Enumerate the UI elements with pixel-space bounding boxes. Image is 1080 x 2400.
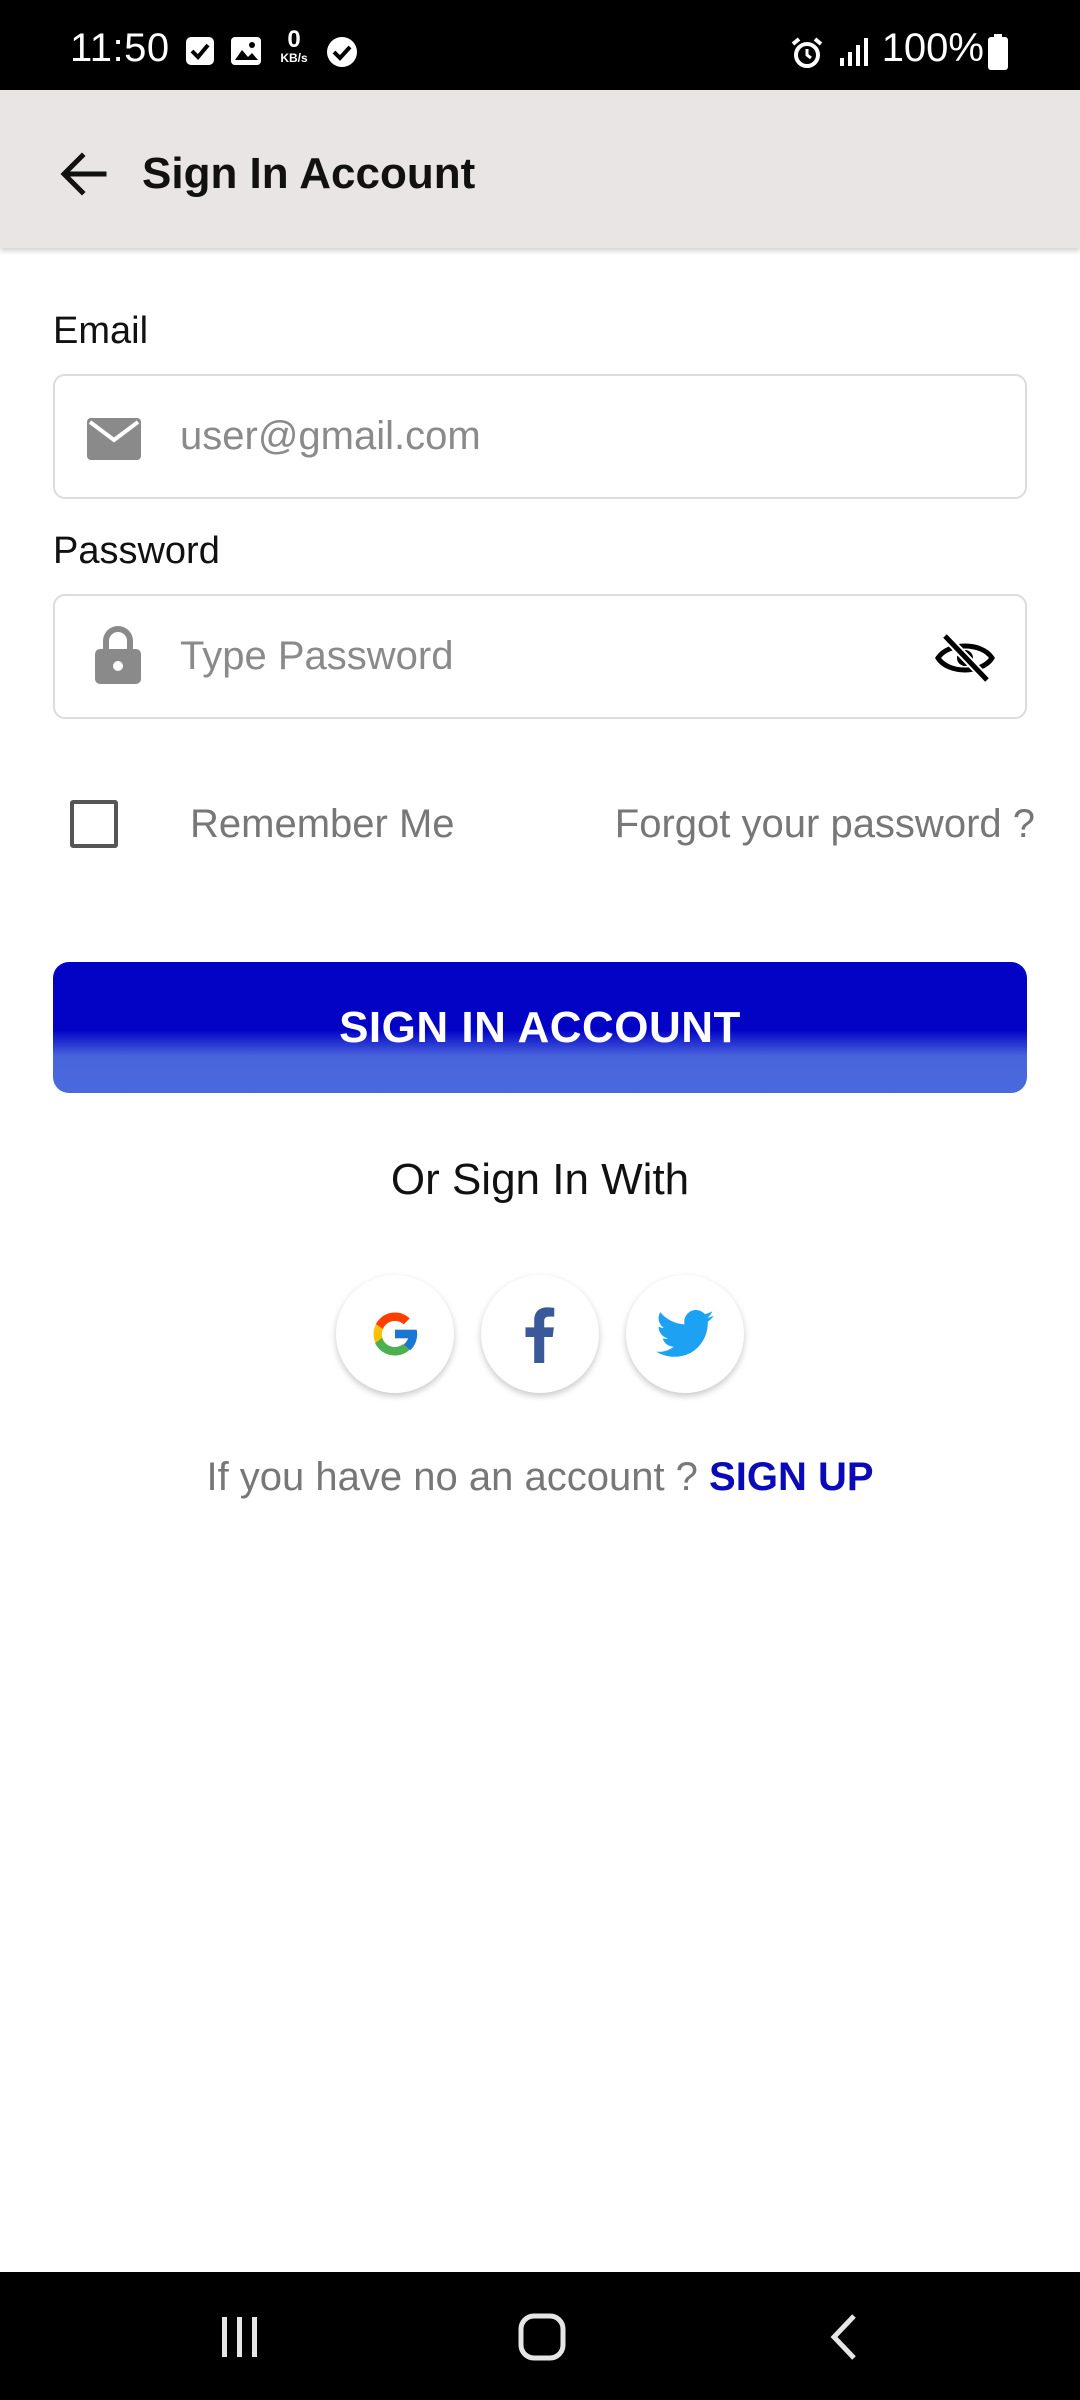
- battery-percent: 100%: [881, 26, 984, 70]
- back-button[interactable]: [50, 140, 118, 208]
- password-field[interactable]: [53, 594, 1027, 719]
- remember-me-checkbox[interactable]: [70, 800, 118, 848]
- sign-up-prompt: If you have no an account ? SIGN UP: [0, 1455, 1080, 1500]
- status-bar: 11:50 0 KB/s 100%: [0, 0, 1080, 90]
- home-button[interactable]: [502, 2302, 582, 2372]
- password-label: Password: [53, 530, 220, 572]
- email-field[interactable]: [53, 374, 1027, 499]
- lock-icon: [91, 626, 145, 684]
- eye-off-icon: [935, 633, 995, 683]
- image-notification-icon: [230, 36, 262, 71]
- app-bar: Sign In Account: [0, 90, 1080, 248]
- twitter-icon: [656, 1310, 714, 1357]
- email-label: Email: [53, 310, 149, 352]
- remember-me-label[interactable]: Remember Me: [190, 802, 455, 847]
- toggle-password-visibility-button[interactable]: [933, 628, 997, 688]
- sign-up-link[interactable]: SIGN UP: [709, 1455, 873, 1499]
- sign-in-button[interactable]: SIGN IN ACCOUNT: [53, 962, 1027, 1093]
- arrow-back-icon: [60, 152, 107, 196]
- google-icon: [373, 1312, 418, 1356]
- sign-up-prompt-text: If you have no an account ?: [206, 1455, 698, 1499]
- google-sign-in-button[interactable]: [336, 1275, 454, 1393]
- checkbox-notification-icon: [185, 36, 215, 71]
- mail-icon: [87, 412, 141, 466]
- recent-apps-button[interactable]: [200, 2302, 280, 2372]
- forgot-password-link[interactable]: Forgot your password ?: [615, 802, 1035, 847]
- recent-apps-icon: [222, 2317, 257, 2357]
- check-circle-icon: [326, 36, 358, 73]
- facebook-sign-in-button[interactable]: [481, 1275, 599, 1393]
- alarm-icon: [790, 36, 824, 75]
- navigation-bar: [0, 2272, 1080, 2400]
- facebook-icon: [525, 1307, 555, 1363]
- network-speed-indicator: 0 KB/s: [280, 26, 308, 65]
- social-sign-in-heading: Or Sign In With: [390, 1155, 690, 1204]
- email-input[interactable]: [180, 376, 940, 497]
- chevron-left-icon: [830, 2314, 856, 2360]
- status-time: 11:50: [70, 26, 170, 70]
- twitter-sign-in-button[interactable]: [626, 1275, 744, 1393]
- signal-icon: [838, 36, 872, 73]
- nav-back-button[interactable]: [804, 2302, 884, 2372]
- page-title: Sign In Account: [142, 149, 476, 198]
- battery-icon: [988, 34, 1008, 75]
- password-input[interactable]: [180, 596, 940, 717]
- home-icon: [518, 2313, 566, 2361]
